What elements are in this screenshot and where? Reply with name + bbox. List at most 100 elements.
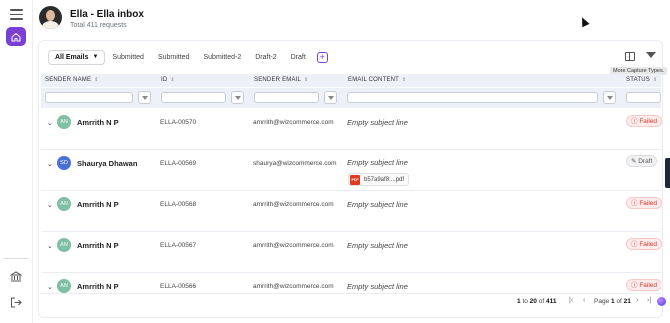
tab-submitted[interactable]: Submitted bbox=[105, 50, 151, 65]
row-id: ELLA-00566 bbox=[160, 283, 197, 290]
sender-name: Shaurya Dhawan bbox=[77, 159, 138, 168]
avatar[interactable] bbox=[39, 6, 62, 29]
sort-icon[interactable]: ⇕ bbox=[653, 77, 657, 83]
chevron-down-icon[interactable]: ⌄ bbox=[47, 160, 53, 168]
sender-email: amrrith@wizcommerce.com bbox=[253, 119, 334, 126]
home-icon bbox=[11, 32, 21, 41]
row-count: 1 to 20 of 411 bbox=[517, 298, 556, 305]
chevron-down-icon[interactable]: ⌄ bbox=[47, 283, 53, 291]
sender-name: Amrrith N P bbox=[77, 118, 119, 127]
col-sender-email[interactable]: SENDER EMAIL ⇕ bbox=[254, 74, 308, 87]
table-row[interactable]: ⌄ AN Amrrith N P ELLA-00568 amrrith@wizc… bbox=[41, 191, 663, 232]
bank-icon[interactable] bbox=[9, 271, 23, 285]
page-title: Ella - Ella inbox bbox=[70, 9, 144, 20]
col-label: SENDER NAME bbox=[45, 77, 92, 83]
col-status[interactable]: STATUS ⇕ bbox=[626, 74, 657, 87]
row-id: ELLA-00570 bbox=[160, 119, 197, 126]
sort-icon[interactable]: ⇕ bbox=[170, 77, 174, 83]
prev-page-icon[interactable]: ‹ bbox=[583, 297, 585, 304]
pencil-icon: ✎ bbox=[631, 158, 637, 165]
sort-icon[interactable]: ⇕ bbox=[94, 77, 98, 83]
sort-icon[interactable]: ⇕ bbox=[304, 77, 308, 83]
menu-icon[interactable] bbox=[10, 9, 23, 23]
add-tab-button[interactable]: + bbox=[316, 52, 328, 63]
status-label: Failed bbox=[639, 118, 658, 125]
email-content[interactable]: Empty subject line bbox=[347, 282, 408, 291]
email-content[interactable]: Empty subject line bbox=[347, 200, 408, 209]
status-label: Failed bbox=[639, 282, 658, 289]
alert-icon: ⓘ bbox=[631, 118, 638, 125]
status-label: Failed bbox=[639, 200, 658, 207]
email-content[interactable]: Empty subject line bbox=[347, 118, 408, 127]
page-label: Page bbox=[594, 298, 610, 305]
chevron-down-icon: ▼ bbox=[92, 54, 99, 60]
sender-email: shaurya@wizcommerce.com bbox=[253, 160, 337, 167]
sender-name: Amrrith N P bbox=[77, 282, 119, 291]
last-page-icon[interactable]: ›| bbox=[647, 297, 651, 304]
table-row[interactable]: ⌄ SD Shaurya Dhawan ELLA-00569 shaurya@w… bbox=[41, 150, 661, 191]
range-to: to bbox=[522, 298, 528, 305]
mouse-cursor bbox=[578, 15, 590, 28]
table-header: SENDER NAME ⇕ ID ⇕ SENDER EMAIL ⇕ EMAIL CON… bbox=[41, 74, 661, 87]
tab-draft[interactable]: Draft bbox=[284, 50, 313, 65]
attachment-name: b57a9af8....pdf bbox=[364, 176, 405, 183]
sender-name-filter-input[interactable] bbox=[45, 92, 133, 103]
sender-email: amrrith@wizcommerce.com bbox=[253, 283, 334, 290]
col-sender-name[interactable]: SENDER NAME ⇕ bbox=[45, 74, 99, 87]
id-filter-input[interactable] bbox=[161, 92, 226, 103]
columns-icon[interactable] bbox=[625, 52, 635, 61]
chevron-down-icon[interactable]: ⌄ bbox=[47, 242, 53, 250]
status-badge: ✎ Draft bbox=[626, 155, 658, 167]
filter-icon[interactable] bbox=[138, 91, 151, 104]
filter-icon[interactable] bbox=[324, 91, 337, 104]
alert-icon: ⓘ bbox=[631, 200, 638, 207]
page-of: of bbox=[616, 298, 622, 305]
next-page-icon[interactable]: › bbox=[636, 297, 638, 304]
tab-label: All Emails bbox=[55, 54, 89, 61]
filter-icon[interactable] bbox=[603, 91, 616, 104]
page-total: 21 bbox=[623, 298, 631, 305]
page-indicator: Page 1 of 21 bbox=[594, 298, 631, 305]
filter-icon[interactable] bbox=[646, 52, 656, 58]
table-row[interactable]: ⌄ AN Amrrith N P ELLA-00570 amrrith@wizc… bbox=[41, 109, 663, 150]
col-label: STATUS bbox=[626, 77, 650, 83]
chevron-down-icon[interactable]: ⌄ bbox=[47, 201, 53, 209]
range-start: 1 bbox=[517, 298, 521, 305]
attachment-chip[interactable]: PDF b57a9af8....pdf bbox=[348, 173, 410, 186]
page-subtitle: Total 411 requests bbox=[70, 22, 127, 29]
home-button[interactable] bbox=[6, 27, 26, 46]
chevron-down-icon[interactable]: ⌄ bbox=[47, 119, 53, 127]
logout-icon[interactable] bbox=[10, 297, 22, 311]
tab-submitted-alt[interactable]: Submitted bbox=[151, 50, 197, 65]
side-panel-handle[interactable] bbox=[665, 158, 670, 188]
content-filter-input[interactable] bbox=[347, 92, 598, 103]
status-filter-input[interactable] bbox=[626, 92, 661, 103]
tab-all-emails[interactable]: All Emails ▼ bbox=[48, 50, 106, 65]
pdf-icon: PDF bbox=[350, 174, 360, 185]
range-end: 20 bbox=[529, 298, 537, 305]
range-total: 411 bbox=[545, 298, 557, 305]
status-label: Draft bbox=[638, 158, 653, 165]
rail-divider bbox=[4, 258, 28, 259]
col-label: SENDER EMAIL bbox=[254, 77, 302, 83]
table-row[interactable]: ⌄ AN Amrrith N P ELLA-00567 amrrith@wizc… bbox=[41, 232, 663, 273]
row-id: ELLA-00568 bbox=[160, 201, 197, 208]
status-label: Failed bbox=[639, 241, 658, 248]
sort-icon[interactable]: ⇕ bbox=[402, 77, 406, 83]
sender-name: Amrrith N P bbox=[77, 200, 119, 209]
range-of: of bbox=[538, 298, 545, 305]
avatar: AN bbox=[57, 238, 71, 252]
col-email-content[interactable]: EMAIL CONTENT ⇕ bbox=[348, 74, 406, 87]
assistant-orb-icon[interactable] bbox=[657, 297, 666, 306]
col-id[interactable]: ID ⇕ bbox=[161, 74, 175, 87]
filter-icon[interactable] bbox=[231, 91, 244, 104]
col-label: EMAIL CONTENT bbox=[348, 77, 400, 83]
sender-email: amrrith@wizcommerce.com bbox=[253, 201, 334, 208]
tab-submitted-2[interactable]: Submitted-2 bbox=[196, 50, 248, 65]
email-content[interactable]: Empty subject line bbox=[347, 158, 408, 167]
email-content[interactable]: Empty subject line bbox=[347, 241, 408, 250]
table-row[interactable]: ⌄ AN Amrrith N P ELLA-00566 amrrith@wizc… bbox=[41, 273, 661, 293]
first-page-icon[interactable]: |‹ bbox=[569, 297, 573, 304]
email-filter-input[interactable] bbox=[254, 92, 319, 103]
tab-draft-2[interactable]: Draft-2 bbox=[248, 50, 283, 65]
